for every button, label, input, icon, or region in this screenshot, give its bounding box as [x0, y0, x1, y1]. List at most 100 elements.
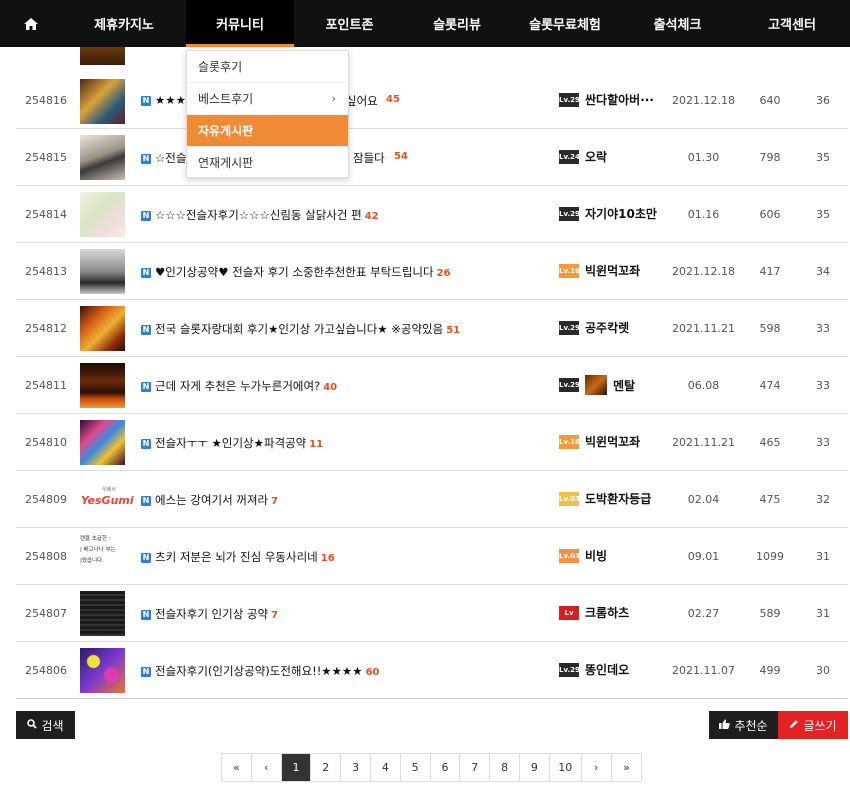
post-thumbnail[interactable]	[80, 79, 125, 124]
post-recommend: 30	[816, 664, 830, 677]
post-views: 640	[759, 94, 781, 107]
page-6[interactable]: 6	[431, 754, 461, 781]
post-author[interactable]: Lv.24 오락	[559, 148, 607, 165]
post-title[interactable]: N ♥인기상공약♥ 전슬자 후기 소중한추천한표 부탁드립니다 26	[141, 264, 451, 280]
post-date: 2021.11.21	[672, 436, 735, 449]
page-last[interactable]: »	[612, 754, 642, 781]
post-author[interactable]: Lv.16 빅윈먹꼬좌	[559, 262, 640, 279]
post-recommend: 33	[816, 436, 830, 449]
post-views: 499	[759, 664, 781, 677]
community-dropdown: 슬롯후기 베스트후기 › 자유게시판 연재게시판	[186, 50, 349, 178]
post-thumbnail[interactable]: 렌을 초급한 : | 배고나나 부는 |렸습니다.	[80, 534, 125, 579]
sort-recommend-button[interactable]: 추천순	[709, 711, 778, 739]
new-badge-icon: N	[141, 666, 151, 677]
post-author[interactable]: Lv 크롬하츠	[559, 604, 629, 621]
table-row[interactable]: 254808 렌을 초급한 : | 배고나나 부는 |렸습니다. N 츠키 저분은…	[16, 528, 848, 585]
post-number: 254810	[25, 436, 67, 449]
post-author[interactable]: Lv.16 빅윈먹꼬좌	[559, 433, 640, 450]
nav-slot-review[interactable]: 슬롯리뷰	[405, 0, 509, 47]
menu-item-slot-review[interactable]: 슬롯후기	[187, 51, 348, 83]
post-thumbnail[interactable]	[80, 135, 125, 180]
post-author[interactable]: Lv.29 공주칵렛	[559, 319, 629, 336]
post-views: 589	[759, 607, 781, 620]
page-first[interactable]: «	[222, 754, 252, 781]
table-row[interactable]: 254814 N ☆☆☆전슬자후기☆☆☆신림동 살닭사건 편 42 Lv.29 자기야…	[16, 186, 848, 243]
post-thumbnail[interactable]	[80, 591, 125, 636]
post-date: 06.08	[687, 379, 720, 392]
post-recommend: 32	[816, 493, 830, 506]
table-row[interactable]: 254809 YesGumi 우메서 N 에스는 강여기서 꺼져라 7 Lv.03 도…	[16, 471, 848, 528]
page-5[interactable]: 5	[401, 754, 431, 781]
post-author[interactable]: Lv.29 자기야10초만	[559, 205, 657, 222]
menu-item-free-board[interactable]: 자유게시판	[187, 115, 348, 147]
level-badge-icon: Lv.29	[559, 662, 580, 677]
post-author[interactable]: Lv.29 멘탈	[559, 375, 635, 395]
post-title[interactable]: N ☆☆☆전슬자후기☆☆☆신림동 살닭사건 편 42	[141, 207, 379, 223]
table-row[interactable]: 254811 N 근데 자게 추천은 누가누른거에여? 40 Lv.29 멘탈 06.…	[16, 357, 848, 414]
post-author[interactable]: Lv.29 싼다할아버···	[559, 91, 654, 108]
nav-point-zone[interactable]: 포인트존	[294, 0, 405, 47]
post-title[interactable]: N 전슬자ㅜㅜ ★인기상★파격공약 11	[141, 435, 323, 451]
nav-attendance[interactable]: 출석체크	[621, 0, 734, 47]
post-thumbnail[interactable]	[80, 363, 125, 408]
post-thumbnail[interactable]	[80, 648, 125, 693]
page-10[interactable]: 10	[550, 754, 582, 781]
page-2[interactable]: 2	[311, 754, 342, 781]
nav-customer-center[interactable]: 고객센터	[734, 0, 850, 47]
post-date: 02.27	[687, 607, 720, 620]
comment-count: 42	[364, 211, 379, 222]
search-button[interactable]: 검색	[16, 711, 75, 739]
page-3[interactable]: 3	[341, 754, 371, 781]
post-title[interactable]: N ★★★ 싶어요 45	[141, 93, 400, 108]
nav-free-slot[interactable]: 슬롯무료체험	[509, 0, 621, 47]
page-4[interactable]: 4	[371, 754, 401, 781]
post-number: 254813	[25, 265, 67, 278]
post-recommend: 35	[816, 151, 830, 164]
post-recommend: 36	[816, 94, 830, 107]
post-thumbnail[interactable]	[80, 420, 125, 465]
table-row[interactable]: 254807 N 전슬자후기 인기상 공약 7 Lv 크롬하츠 02.27 589 3…	[16, 585, 848, 642]
table-row[interactable]: 254810 N 전슬자ㅜㅜ ★인기상★파격공약 11 Lv.16 빅윈먹꼬좌 202…	[16, 414, 848, 471]
post-date: 02.04	[687, 493, 720, 506]
new-badge-icon: N	[141, 95, 151, 106]
post-title[interactable]: N 전국 슬롯자랑대회 후기★인기상 가고싶습니다★ ※공약있음 51	[141, 321, 460, 337]
post-author[interactable]: Lv.03 도박환자등급	[559, 490, 651, 507]
page-9[interactable]: 9	[520, 754, 550, 781]
page-prev[interactable]: ‹	[252, 754, 282, 781]
table-row[interactable]: 254816 N ★★★ 싶어요 45 Lv.29 싼다할아버··· 2021.12.1…	[16, 72, 848, 129]
write-button[interactable]: 글쓰기	[778, 711, 848, 739]
post-title[interactable]: N 근데 자게 추천은 누가누른거에여? 40	[141, 378, 337, 394]
page-7[interactable]: 7	[460, 754, 491, 781]
post-thumbnail[interactable]: YesGumi 우메서	[80, 477, 134, 522]
menu-item-serial-board[interactable]: 연재게시판	[187, 147, 348, 179]
comment-count: 51	[446, 325, 461, 336]
home-button[interactable]	[0, 0, 62, 47]
post-date: 01.16	[687, 208, 720, 221]
nav-partner-casino[interactable]: 제휴카지노	[62, 0, 186, 47]
post-thumbnail[interactable]	[80, 192, 125, 237]
page-1[interactable]: 1	[281, 754, 312, 781]
post-title[interactable]: N ☆전슬 잠들다 54	[141, 150, 408, 166]
comment-count: 45	[386, 94, 400, 105]
post-author[interactable]: Lv.29 똥인데오	[559, 661, 629, 678]
post-title[interactable]: N 전슬자후기(인기상공약)도전해요!!★★★★ 60	[141, 663, 379, 679]
table-row[interactable]: 254812 N 전국 슬롯자랑대회 후기★인기상 가고싶습니다★ ※공약있음 51…	[16, 300, 848, 357]
table-row[interactable]: 254806 N 전슬자후기(인기상공약)도전해요!!★★★★ 60 Lv.29 똥인…	[16, 642, 848, 699]
new-badge-icon: N	[141, 609, 151, 620]
post-thumbnail[interactable]	[80, 249, 125, 294]
page-next[interactable]: ›	[582, 754, 612, 781]
table-row[interactable]: 254813 N ♥인기상공약♥ 전슬자 후기 소중한추천한표 부탁드립니다 26 …	[16, 243, 848, 300]
post-title[interactable]: N 츠키 저분은 뇌가 진심 우동사리네 16	[141, 549, 335, 565]
nav-community[interactable]: 커뮤니티	[186, 0, 294, 47]
post-author[interactable]: Lv.03 비빙	[559, 547, 607, 564]
level-badge-icon: Lv.16	[559, 434, 580, 449]
comment-count: 7	[271, 496, 279, 507]
post-thumbnail[interactable]	[80, 306, 125, 351]
menu-item-best-review[interactable]: 베스트후기 ›	[187, 83, 348, 115]
post-recommend: 31	[816, 607, 830, 620]
page-8[interactable]: 8	[490, 754, 520, 781]
post-title[interactable]: N 전슬자후기 인기상 공약 7	[141, 606, 278, 622]
post-title[interactable]: N 에스는 강여기서 꺼져라 7	[141, 492, 278, 508]
table-row[interactable]: 254815 N ☆전슬 잠들다 54 Lv.24 오락 01.30 798 35	[16, 129, 848, 186]
post-views: 474	[759, 379, 781, 392]
